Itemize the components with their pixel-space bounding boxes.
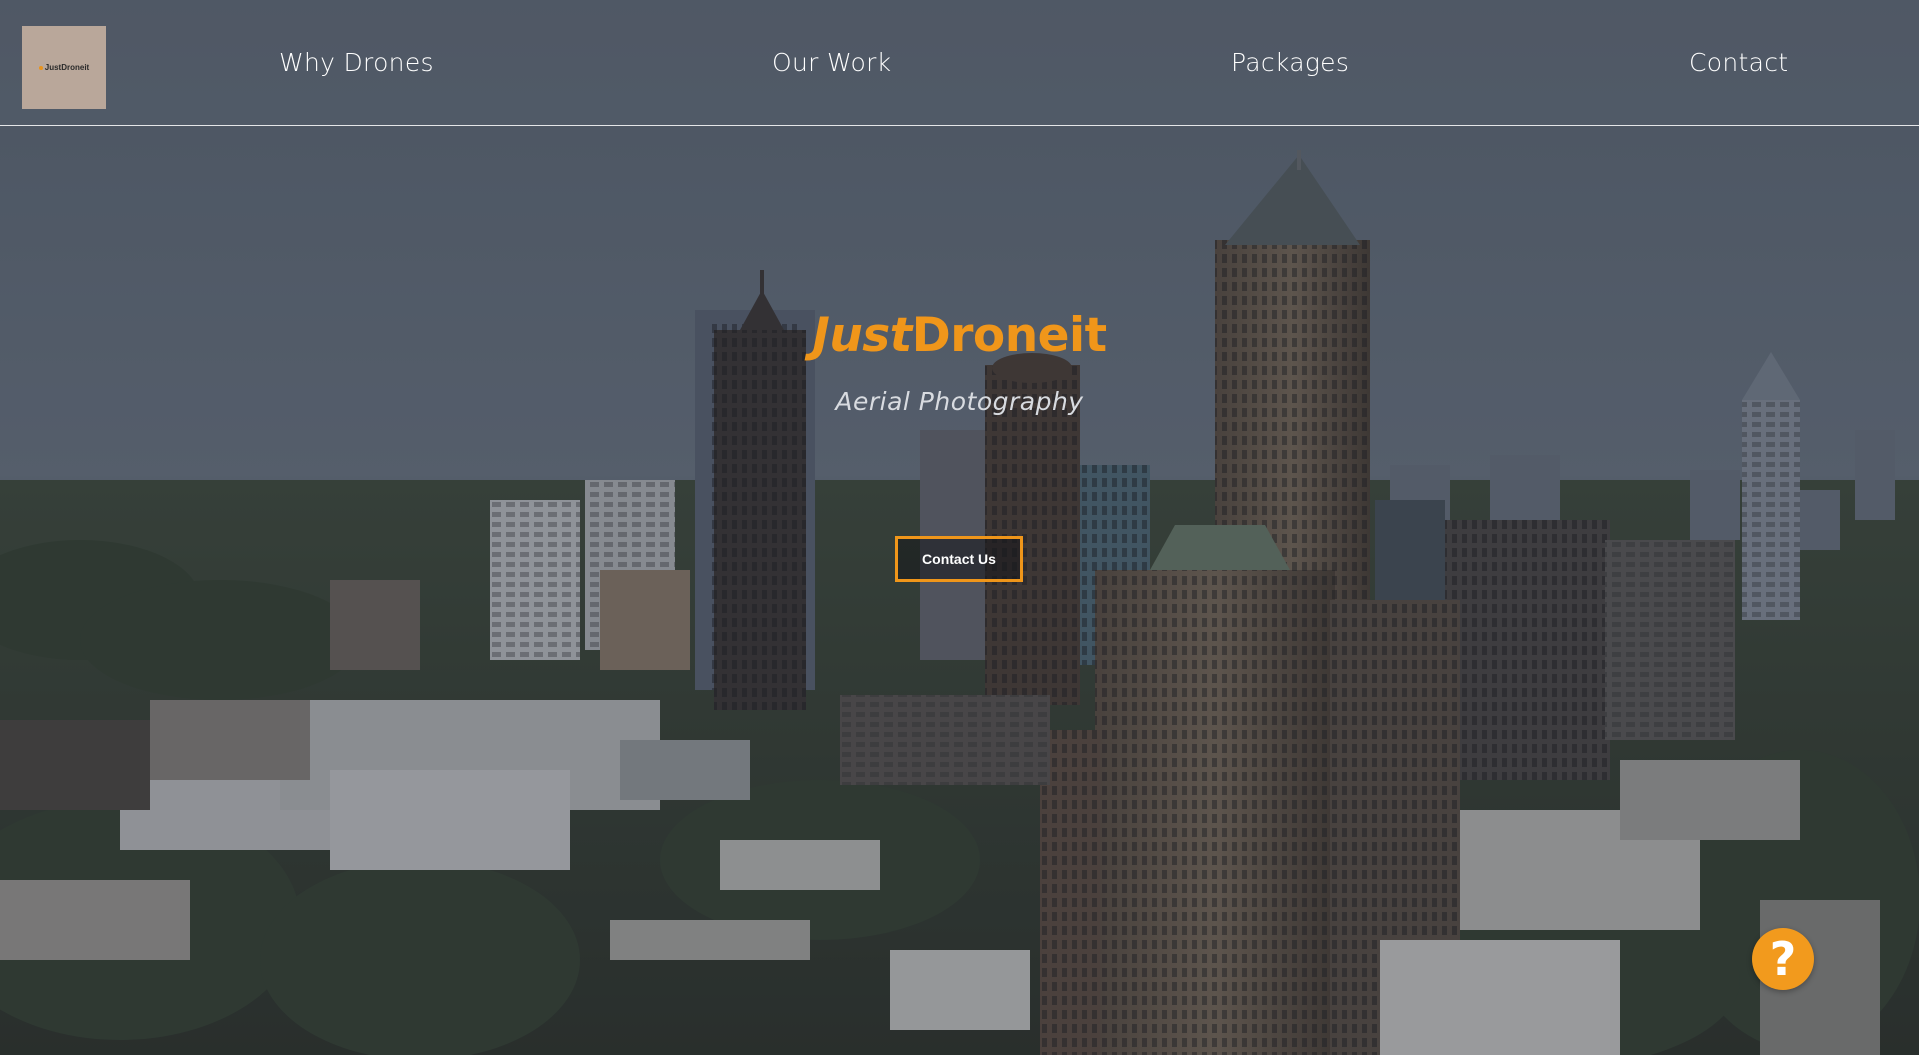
image-overlay [0, 0, 1919, 1055]
logo-wordmark: JustDroneit [38, 63, 90, 72]
site-header: JustDroneit Why Drones Our Work Packages… [0, 0, 1919, 126]
hero-subtitle: Aerial Photography [835, 387, 1084, 416]
hero-title-italic: Just [812, 308, 912, 363]
help-button[interactable]: ? [1752, 928, 1814, 990]
hero-title-rest: Droneit [911, 308, 1107, 363]
logo-text: JustDroneit [44, 63, 90, 72]
nav-link-contact[interactable]: Contact [1689, 48, 1788, 77]
hero-title: JustDroneit [0, 308, 1919, 363]
nav-link-why-drones[interactable]: Why Drones [279, 48, 434, 77]
logo-icon [38, 65, 43, 70]
contact-us-button[interactable]: Contact Us [895, 536, 1023, 582]
page: JustDroneit Why Drones Our Work Packages… [0, 0, 1919, 1055]
logo[interactable]: JustDroneit [22, 26, 106, 109]
nav-link-packages[interactable]: Packages [1231, 48, 1349, 77]
help-icon: ? [1769, 932, 1797, 986]
nav-link-our-work[interactable]: Our Work [772, 48, 891, 77]
